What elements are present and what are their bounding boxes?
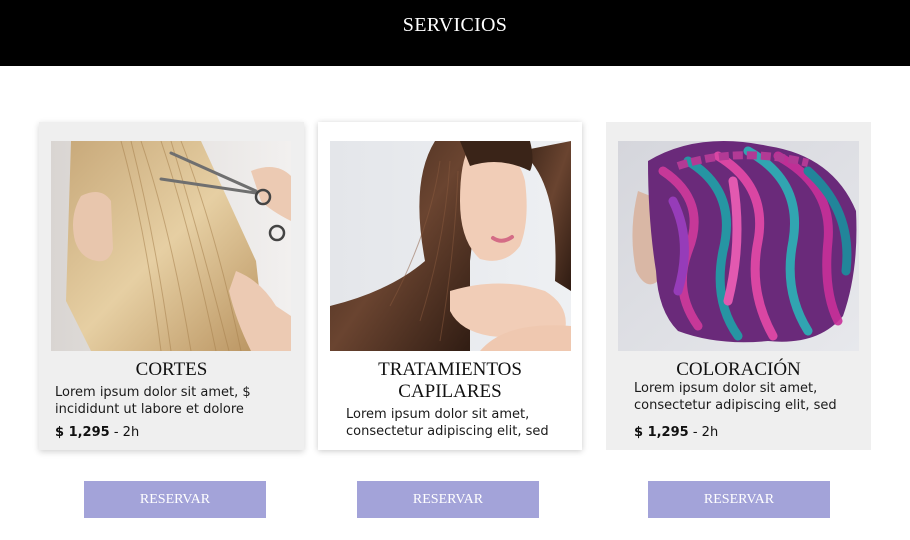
service-description-line-1: Lorem ipsum dolor sit amet, [634,381,818,396]
service-price: $ 1,295 [634,425,689,440]
service-card-tratamientos: TRATAMIENTOS CAPILARES Lorem ipsum dolor… [318,122,582,450]
service-title: CORTES [135,359,208,380]
service-description-line-1: Lorem ipsum dolor sit amet, [346,407,530,422]
service-image-coloracion [618,141,859,351]
service-title-line-1: TRATAMIENTOS [378,359,522,380]
price-separator: - [109,425,123,440]
service-description-line-2: consectetur adipiscing elit, sed [346,424,549,439]
service-card-cortes: CORTES Lorem ipsum dolor sit amet, $ inc… [39,122,304,450]
header-bar: SERVICIOS [0,0,910,66]
service-duration: 2h [122,425,140,440]
service-description-line-1: Lorem ipsum dolor sit amet, $ [55,385,251,400]
reservar-button-cortes[interactable]: RESERVAR [84,481,266,518]
service-description-line-2: consectetur adipiscing elit, sed [634,398,837,413]
page-title: SERVICIOS [402,14,508,36]
service-title: COLORACIÓN [676,359,801,380]
service-duration: 2h [701,425,719,440]
service-price-row: $ 1,295 - 2h [55,425,139,440]
service-price-row: $ 1,295 - 2h [634,425,718,440]
service-image-cortes [51,141,291,351]
reservar-button-coloracion[interactable]: RESERVAR [648,481,830,518]
service-image-tratamientos [330,141,571,351]
reservar-button-tratamientos[interactable]: RESERVAR [357,481,539,518]
service-title-line-2: CAPILARES [398,381,502,402]
service-price: $ 1,295 [55,425,110,440]
price-separator: - [688,425,702,440]
service-card-coloracion: COLORACIÓN Lorem ipsum dolor sit amet, c… [606,122,871,450]
service-description-line-2: incididunt ut labore et dolore [55,402,244,417]
